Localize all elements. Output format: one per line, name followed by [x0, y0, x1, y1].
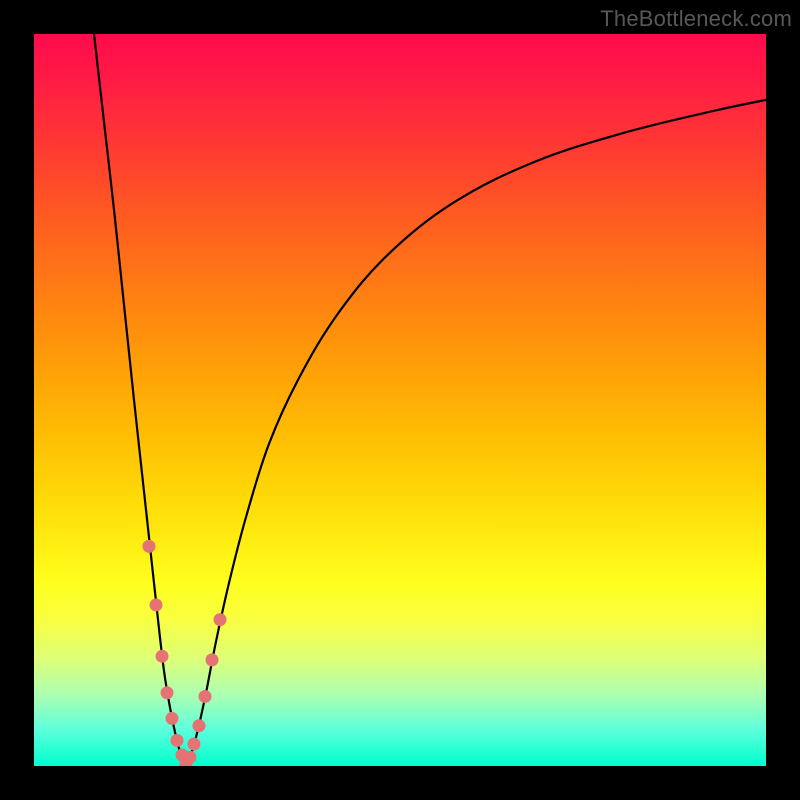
curve-left-branch: [94, 34, 187, 766]
marker-point: [188, 738, 201, 751]
marker-point: [193, 719, 206, 732]
marker-point: [206, 653, 219, 666]
marker-point: [156, 650, 169, 663]
curve-layer: [34, 34, 766, 766]
marker-point: [161, 686, 174, 699]
marker-point: [171, 734, 184, 747]
source-watermark: TheBottleneck.com: [600, 6, 792, 32]
marker-point: [143, 540, 156, 553]
marker-point: [166, 712, 179, 725]
marker-point: [184, 751, 197, 764]
chart-frame: TheBottleneck.com: [0, 0, 800, 800]
marker-point: [199, 690, 212, 703]
curve-right-branch: [187, 100, 766, 766]
marker-point: [214, 613, 227, 626]
plot-area: [34, 34, 766, 766]
marker-point: [150, 598, 163, 611]
